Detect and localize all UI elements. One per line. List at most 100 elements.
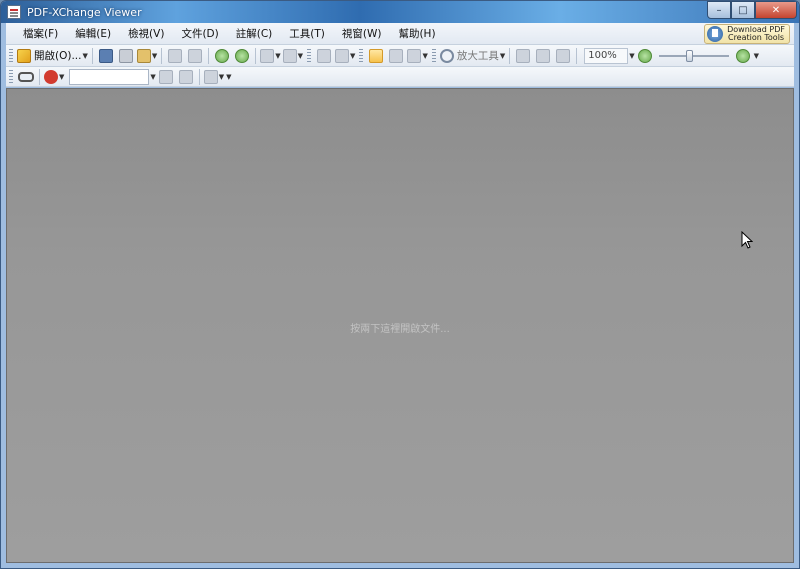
chevron-down-icon: ▼ — [275, 51, 281, 60]
menu-document[interactable]: 文件(D) — [174, 24, 225, 43]
toolbar-grip[interactable] — [431, 48, 436, 63]
main-toolbar: 開啟(O)... ▼ ▼ ▼ ▼ ▼ ▼ 放大工具 ▼ 100% ▼ ▼ — [6, 45, 794, 67]
print-button[interactable] — [117, 47, 135, 65]
promo-line2: Creation Tools — [727, 33, 785, 42]
undo-icon — [260, 48, 275, 63]
chevron-down-icon: ▼ — [218, 72, 225, 81]
menu-file[interactable]: 檔案(F) — [16, 24, 65, 43]
snapshot-icon — [407, 48, 422, 63]
toolbar-separator — [255, 47, 257, 64]
chevron-down-icon: ▼ — [499, 51, 506, 60]
paste-icon — [335, 48, 350, 63]
zoom-out-icon — [637, 48, 652, 63]
undo-button[interactable]: ▼ — [260, 47, 281, 65]
download-icon — [707, 26, 724, 42]
stamp-button[interactable]: ▼ — [44, 68, 64, 86]
chevron-down-icon: ▼ — [82, 51, 88, 60]
actual-size-button[interactable] — [514, 47, 532, 65]
zoom-in-button[interactable] — [734, 47, 752, 65]
menu-edit[interactable]: 編輯(E) — [68, 24, 118, 43]
chevron-down-icon: ▼ — [422, 51, 428, 60]
open-button[interactable]: 開啟(O)... ▼ — [17, 47, 88, 65]
menu-window[interactable]: 視窗(W) — [335, 24, 389, 43]
menu-comments[interactable]: 註解(C) — [229, 24, 280, 43]
toolbar-grip[interactable] — [359, 48, 364, 63]
copy-icon — [317, 48, 332, 63]
search-input[interactable] — [69, 68, 150, 85]
folder-open-icon — [17, 48, 31, 63]
chevron-down-icon: ▼ — [350, 51, 356, 60]
window-title: PDF-XChange Viewer — [27, 5, 142, 19]
app-window: PDF-XChange Viewer – □ ✕ 檔案(F) 編輯(E) 檢視(… — [0, 0, 800, 569]
actual-size-icon — [516, 48, 531, 63]
toolbar-separator — [161, 47, 163, 64]
toolbar-overflow-icon[interactable]: ▼ — [226, 73, 231, 81]
toolbar-separator — [198, 68, 200, 85]
document-area[interactable]: 按兩下這裡開啟文件... — [6, 88, 794, 563]
back-button[interactable] — [213, 47, 231, 65]
toolbar-grip[interactable] — [9, 69, 13, 84]
ocr-icon — [188, 48, 203, 63]
toolbar-grip[interactable] — [9, 48, 13, 63]
hand-tool-button[interactable] — [367, 47, 385, 65]
chevron-down-icon: ▼ — [297, 51, 304, 60]
toolbar-overflow-icon[interactable]: ▼ — [754, 52, 759, 60]
toolbar-separator — [91, 47, 93, 64]
zoom-tool-button[interactable]: 放大工具 ▼ — [439, 47, 506, 65]
menu-tools[interactable]: 工具(T) — [282, 24, 332, 43]
find-button[interactable] — [157, 68, 175, 86]
scan-icon — [168, 48, 183, 63]
save-button[interactable] — [97, 47, 115, 65]
fit-page-button[interactable] — [534, 47, 552, 65]
glasses-icon — [18, 71, 34, 82]
menu-help[interactable]: 幫助(H) — [391, 24, 442, 43]
open-label: 開啟(O)... — [34, 50, 82, 62]
window-controls: – □ ✕ — [707, 1, 797, 19]
select-text-button[interactable] — [387, 47, 405, 65]
zoom-tool-label: 放大工具 — [456, 50, 499, 62]
download-creation-tools-button[interactable]: Download PDF Creation Tools — [704, 24, 790, 44]
close-button[interactable]: ✕ — [755, 1, 797, 19]
zoom-slider[interactable] — [658, 49, 729, 63]
empty-document-message[interactable]: 按兩下這裡開啟文件... — [7, 320, 793, 335]
snapshot-button[interactable]: ▼ — [407, 47, 428, 65]
promo-text: Download PDF Creation Tools — [727, 26, 785, 42]
toolbar-grip[interactable] — [307, 48, 312, 63]
email-button[interactable]: ▼ — [136, 47, 158, 65]
typewriter-button[interactable] — [17, 68, 35, 86]
fit-width-icon — [556, 48, 571, 63]
app-icon — [7, 5, 21, 19]
find-next-button[interactable] — [177, 68, 195, 86]
sign-button[interactable]: ▼ — [203, 68, 225, 86]
minimize-button[interactable]: – — [707, 1, 731, 19]
chevron-down-icon: ▼ — [151, 51, 158, 60]
forward-button[interactable] — [233, 47, 251, 65]
ocr-button[interactable] — [186, 47, 204, 65]
find-next-icon — [178, 69, 193, 84]
hand-tool-icon — [369, 48, 384, 63]
save-icon — [98, 48, 113, 63]
chevron-down-icon[interactable]: ▼ — [150, 73, 155, 81]
menu-view[interactable]: 檢視(V) — [121, 24, 171, 43]
toolbar-separator — [576, 47, 578, 64]
chevron-down-icon[interactable]: ▼ — [629, 52, 634, 60]
title-bar[interactable]: PDF-XChange Viewer – □ ✕ — [1, 1, 799, 23]
zoom-out-button[interactable] — [636, 47, 654, 65]
select-text-icon — [389, 48, 404, 63]
back-icon — [215, 48, 230, 63]
copy-button[interactable] — [315, 47, 333, 65]
zoom-slider-thumb[interactable] — [685, 49, 693, 62]
toolbar-separator — [509, 47, 511, 64]
maximize-button[interactable]: □ — [731, 1, 755, 19]
zoom-level-select[interactable]: 100% — [584, 47, 629, 64]
toolbar-separator — [39, 68, 40, 85]
email-icon — [136, 48, 151, 63]
paste-button[interactable]: ▼ — [335, 47, 355, 65]
forward-icon — [235, 48, 250, 63]
secondary-toolbar: ▼ ▼ ▼ ▼ — [6, 67, 794, 87]
menu-bar: 檔案(F) 編輯(E) 檢視(V) 文件(D) 註解(C) 工具(T) 視窗(W… — [6, 23, 794, 45]
redo-button[interactable]: ▼ — [282, 47, 304, 65]
scan-button[interactable] — [166, 47, 184, 65]
fit-width-button[interactable] — [554, 47, 572, 65]
fit-page-icon — [536, 48, 551, 63]
